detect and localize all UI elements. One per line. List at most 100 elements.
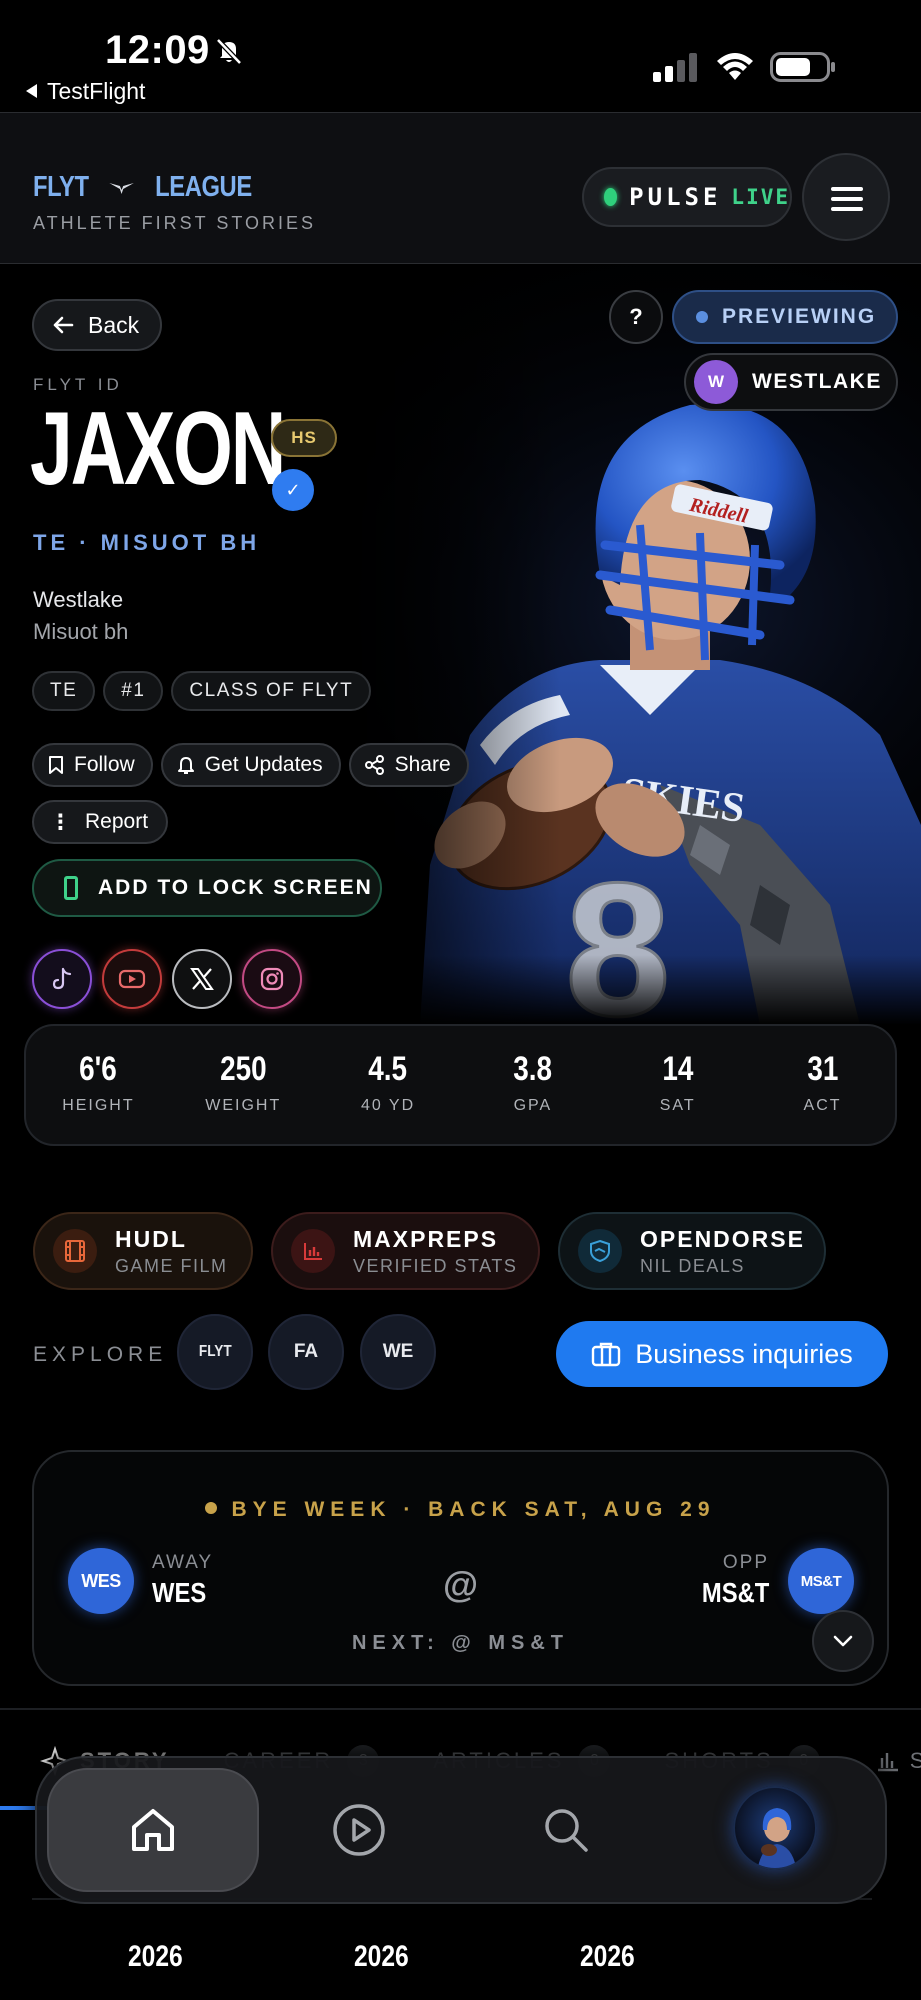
bar-chart-icon xyxy=(877,1753,898,1772)
next-game-text: NEXT: @ MS&T xyxy=(351,1632,570,1654)
tiktok-icon[interactable] xyxy=(32,949,92,1009)
partner-subtitle: NIL DEALS xyxy=(640,1255,745,1276)
shield-handshake-icon xyxy=(578,1229,622,1273)
share-label: Share xyxy=(394,753,451,776)
add-to-lock-screen-button[interactable]: ADD TO LOCK SCREEN xyxy=(32,859,382,917)
back-label: Back xyxy=(88,311,140,338)
previewing-dot-icon xyxy=(696,311,708,323)
play-icon xyxy=(333,1804,385,1856)
app-header: FLYT LEAGUE ATHLETE FIRST STORIES PULSE … xyxy=(0,112,921,264)
athlete-name: JAXON xyxy=(30,391,286,507)
pulse-label: PULSE xyxy=(629,183,722,211)
stat-label: 40 YD xyxy=(360,1097,416,1114)
opponent-team-badge: MS&T xyxy=(788,1548,854,1614)
stat-sat: 14 SAT xyxy=(605,1026,750,1144)
social-links xyxy=(32,949,302,1009)
chip-label: FA xyxy=(293,1341,319,1362)
pulse-live-button[interactable]: PULSE LIVE xyxy=(582,167,792,227)
expand-button[interactable] xyxy=(812,1610,874,1672)
business-label: Business inquiries xyxy=(635,1338,853,1369)
report-button[interactable]: ⋮ Report xyxy=(32,800,169,844)
stat-label: WEIGHT xyxy=(205,1097,282,1114)
nav-home-button[interactable] xyxy=(47,1768,259,1892)
explore-chip-flyt[interactable]: FLYT xyxy=(177,1314,253,1390)
opendorse-link[interactable]: OPENDORSE NIL DEALS xyxy=(558,1212,826,1290)
tag-position: TE xyxy=(32,671,96,711)
maxpreps-link[interactable]: MAXPREPS VERIFIED STATS xyxy=(271,1212,540,1290)
year-label: 2026 xyxy=(128,1940,183,1973)
game-status-text: BYE WEEK · BACK SAT, AUG 29 xyxy=(231,1498,716,1521)
instagram-icon[interactable] xyxy=(242,949,302,1009)
help-button[interactable]: ? xyxy=(609,290,663,344)
bar-chart-icon xyxy=(291,1229,335,1273)
nav-videos-button[interactable] xyxy=(297,1768,421,1892)
status-time: 12:09 xyxy=(105,28,210,72)
opponent-team-name: MS&T xyxy=(701,1577,769,1608)
stat-value: 250 xyxy=(219,1050,267,1088)
report-label: Report xyxy=(85,810,149,833)
profile-avatar[interactable] xyxy=(733,1786,817,1870)
x-icon[interactable] xyxy=(172,949,232,1009)
chip-label: WE xyxy=(382,1341,414,1362)
nav-search-button[interactable] xyxy=(504,1768,628,1892)
school-pill[interactable]: W WESTLAKE xyxy=(684,353,898,411)
youtube-icon[interactable] xyxy=(102,949,162,1009)
stat-gpa: 3.8 GPA xyxy=(460,1026,605,1144)
hudl-link[interactable]: HUDL GAME FILM xyxy=(33,1212,253,1290)
get-updates-button[interactable]: Get Updates xyxy=(160,743,341,787)
explore-chip-we[interactable]: WE xyxy=(360,1314,436,1390)
athlete-hero: SKIES 8 Riddell Back ? PREVIEWING W WEST… xyxy=(0,265,921,1025)
tab-stats[interactable]: ST xyxy=(874,1748,921,1774)
tag-class: CLASS OF FLYT xyxy=(171,671,372,711)
live-dot-icon xyxy=(604,188,618,206)
stat-label: SAT xyxy=(659,1097,696,1114)
get-updates-label: Get Updates xyxy=(204,753,323,776)
partner-title: HUDL xyxy=(115,1225,187,1252)
school-avatar: W xyxy=(694,360,738,404)
year-label: 2026 xyxy=(354,1940,409,1973)
verified-check-icon: ✓ xyxy=(272,469,314,511)
stat-label: GPA xyxy=(513,1097,553,1114)
previewing-label: PREVIEWING xyxy=(722,305,877,328)
next-game-card[interactable]: BYE WEEK · BACK SAT, AUG 29 WES AWAY WES… xyxy=(32,1450,889,1686)
stat-value: 31 xyxy=(807,1050,839,1088)
chevron-down-icon xyxy=(833,1635,853,1647)
wings-icon xyxy=(109,183,135,195)
menu-line xyxy=(831,207,863,211)
briefcase-icon xyxy=(591,1342,621,1367)
business-inquiries-button[interactable]: Business inquiries xyxy=(556,1321,888,1387)
previewing-badge[interactable]: PREVIEWING xyxy=(672,290,898,344)
bell-icon xyxy=(177,757,194,774)
share-button[interactable]: Share xyxy=(348,743,469,787)
search-icon xyxy=(545,1809,588,1852)
position-line: TE · MISUOT BH xyxy=(33,530,261,555)
stat-label: ACT xyxy=(803,1097,842,1114)
menu-line xyxy=(831,187,863,191)
explore-chip-fa[interactable]: FA xyxy=(268,1314,344,1390)
back-button[interactable]: Back xyxy=(32,299,162,351)
bottom-navigation xyxy=(35,1756,887,1904)
tag-list: TE #1 CLASS OF FLYT xyxy=(32,671,372,711)
hamburger-menu-button[interactable] xyxy=(802,153,890,241)
film-icon xyxy=(53,1229,97,1273)
explore-label: EXPLORE xyxy=(33,1343,168,1366)
stat-label: HEIGHT xyxy=(62,1097,135,1114)
menu-line xyxy=(831,197,863,201)
stat-value: 14 xyxy=(662,1050,694,1088)
back-to-testflight[interactable]: TestFlight xyxy=(26,78,145,105)
logo-right: LEAGUE xyxy=(155,171,252,203)
back-app-label: TestFlight xyxy=(47,78,146,104)
stat-value: 6'6 xyxy=(79,1050,118,1088)
cellular-signal-icon xyxy=(653,53,697,82)
lock-screen-label: ADD TO LOCK SCREEN xyxy=(98,876,373,899)
follow-button[interactable]: Follow xyxy=(32,743,153,787)
share-icon xyxy=(364,755,384,775)
flyt-league-logo[interactable]: FLYT LEAGUE xyxy=(33,171,252,204)
follow-label: Follow xyxy=(74,753,135,776)
more-vertical-icon: ⋮ xyxy=(50,810,71,834)
wifi-icon xyxy=(717,53,753,80)
live-label: LIVE xyxy=(731,185,790,209)
home-icon xyxy=(132,1809,174,1851)
tabs-divider xyxy=(0,1708,921,1710)
city-name: Misuot bh xyxy=(33,619,129,644)
